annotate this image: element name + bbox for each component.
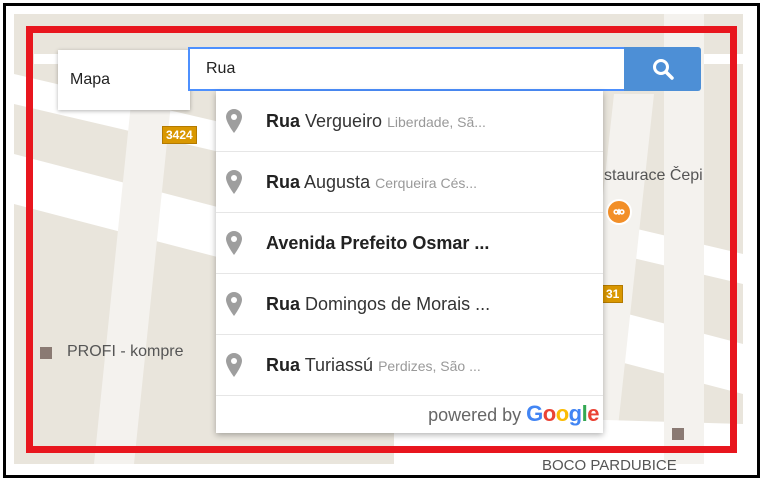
suggestion-main: Avenida Prefeito Osmar ... [266, 232, 490, 253]
poi-label-boco[interactable]: BOCO PARDUBICE [542, 457, 677, 474]
search-icon [652, 59, 674, 80]
suggestion-item[interactable]: Avenida Prefeito Osmar ... [216, 213, 603, 274]
search-input[interactable] [188, 47, 626, 91]
suggestion-text: Rua Vergueiro Liberdade, Sã... [266, 111, 486, 132]
suggestion-item[interactable]: Rua Vergueiro Liberdade, Sã... [216, 91, 603, 152]
location-pin-icon [226, 170, 248, 194]
google-letter: G [526, 401, 543, 426]
suggestion-item[interactable]: Rua Domingos de Morais ... [216, 274, 603, 335]
map-type-label: Mapa [70, 71, 111, 88]
map-type-control[interactable]: Mapa [58, 50, 190, 110]
suggestion-text: Avenida Prefeito Osmar ... [266, 233, 489, 254]
location-pin-icon [226, 353, 248, 377]
suggestion-item[interactable]: Rua Augusta Cerqueira Cés... [216, 152, 603, 213]
suggestion-item[interactable]: Rua Turiassú Perdizes, São ... [216, 335, 603, 396]
road-number-badge: 31 [602, 285, 624, 303]
google-logo: Google [526, 401, 599, 427]
suggestion-main: Turiassú [300, 354, 374, 375]
poi-label-restaurant[interactable]: staurace Čepi [604, 167, 703, 185]
google-letter: e [587, 401, 599, 426]
autocomplete-dropdown: Rua Vergueiro Liberdade, Sã... Rua August… [216, 91, 603, 433]
google-letter: o [542, 401, 556, 426]
poi-marker-icon[interactable] [40, 347, 52, 359]
suggestion-match: Rua [266, 171, 301, 192]
suggestion-main: Augusta [300, 171, 371, 192]
suggestion-match: Rua [266, 293, 301, 314]
suggestion-secondary: Cerqueira Cés... [375, 174, 478, 191]
suggestion-text: Rua Augusta Cerqueira Cés... [266, 172, 477, 193]
poi-label-profi[interactable]: PROFI - kompre [67, 343, 183, 361]
suggestion-list: Rua Vergueiro Liberdade, Sã... Rua August… [216, 91, 603, 396]
restaurant-icon[interactable]: ⚮ [606, 199, 632, 225]
location-pin-icon [226, 109, 248, 133]
suggestion-text: Rua Domingos de Morais ... [266, 294, 490, 315]
suggestion-match: Rua [266, 354, 301, 375]
suggestion-secondary: Liberdade, Sã... [387, 113, 486, 130]
google-letter: o [555, 401, 569, 426]
powered-by-google: powered by Google [428, 401, 599, 427]
suggestion-match: Rua [266, 110, 301, 131]
location-pin-icon [226, 292, 248, 316]
suggestion-secondary: Perdizes, São ... [378, 357, 481, 374]
location-pin-icon [226, 231, 248, 255]
google-letter: g [568, 401, 582, 426]
powered-by-text: powered by [428, 405, 522, 425]
poi-marker-icon[interactable] [672, 428, 684, 440]
suggestion-text: Rua Turiassú Perdizes, São ... [266, 355, 481, 376]
search-button[interactable] [624, 47, 701, 91]
suggestion-main: Domingos de Morais ... [300, 293, 491, 314]
road-number-badge: 3424 [162, 126, 197, 144]
suggestion-main: Vergueiro [300, 110, 383, 131]
